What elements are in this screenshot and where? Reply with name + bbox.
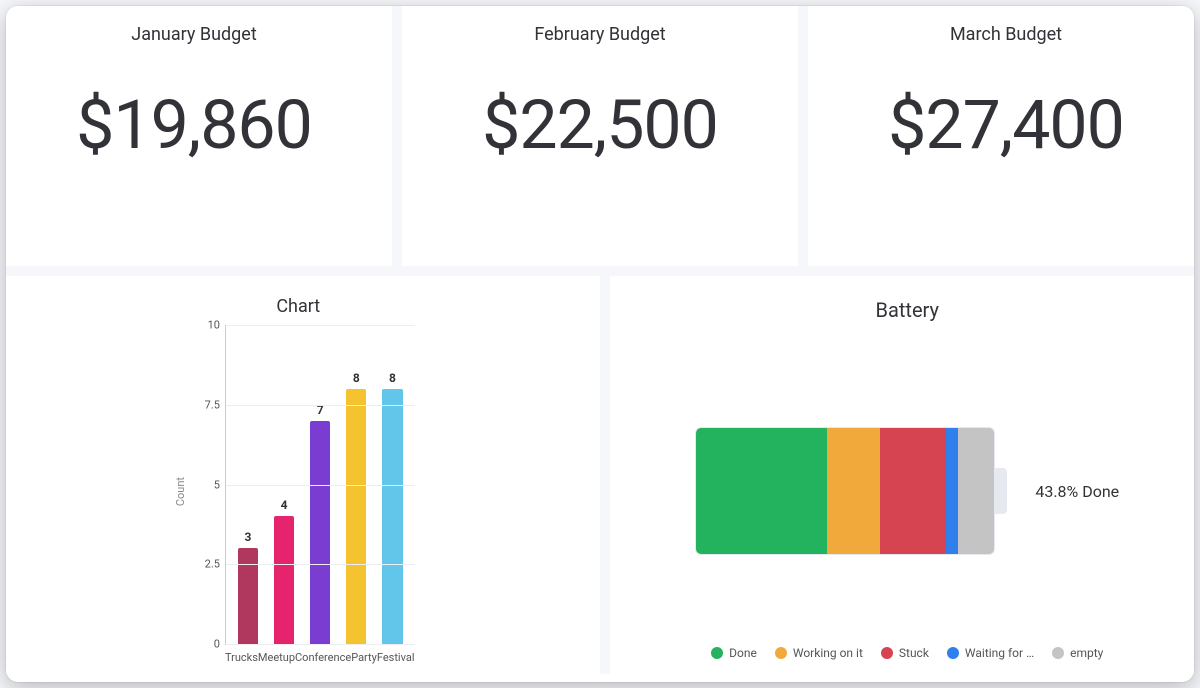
legend-item-empty[interactable]: empty: [1052, 646, 1103, 660]
y-tick-label: 5: [192, 478, 220, 491]
legend-item-stuck[interactable]: Stuck: [881, 646, 929, 660]
chart-title: Chart: [276, 296, 320, 317]
bar: [274, 516, 294, 644]
dashboard-board: January Budget $19,860 February Budget $…: [6, 6, 1194, 682]
gridline: [226, 325, 415, 326]
budget-card-february: February Budget $22,500: [412, 6, 788, 266]
battery-card: Battery 43.8% Done Done Working on it Stuc…: [620, 276, 1194, 674]
legend-item-working-on-it[interactable]: Working on it: [775, 646, 863, 660]
bar-value-label: 8: [389, 371, 396, 385]
legend-dot-icon: [711, 647, 723, 659]
y-tick-label: 2.5: [192, 558, 220, 571]
legend-label: Working on it: [793, 646, 863, 660]
bar: [346, 389, 366, 644]
bar-chart-card: Chart Count 34788 02.557.510 TrucksMeetu…: [6, 276, 590, 674]
legend-dot-icon: [881, 647, 893, 659]
bar: [382, 389, 402, 644]
bar-value-label: 4: [281, 498, 288, 512]
gridline: [226, 644, 415, 645]
battery-segment-done[interactable]: [696, 428, 827, 554]
legend-item-waiting-for-[interactable]: Waiting for …: [947, 646, 1034, 660]
charts-row: Chart Count 34788 02.557.510 TrucksMeetu…: [6, 276, 1194, 674]
battery-title: Battery: [876, 298, 939, 322]
card-divider: [392, 6, 402, 266]
battery-legend: Done Working on it Stuck Waiting for … empty: [705, 646, 1109, 666]
legend-label: Waiting for …: [965, 646, 1034, 660]
battery-shell-wrap: [695, 427, 995, 555]
legend-dot-icon: [1052, 647, 1064, 659]
gridline: [226, 485, 415, 486]
bar-value-label: 8: [353, 371, 360, 385]
budget-value: $27,400: [888, 85, 1124, 165]
bar: [310, 421, 330, 644]
gridline: [226, 564, 415, 565]
budget-card-march: March Budget $27,400: [818, 6, 1194, 266]
bar: [238, 548, 258, 644]
x-tick-label: Trucks: [225, 651, 258, 664]
x-tick-label: Conference: [295, 651, 351, 664]
battery-segment-empty[interactable]: [958, 428, 994, 554]
chart-body: Count 34788 02.557.510 TrucksMeetupConfe…: [174, 319, 423, 664]
battery-segment-working-on-it[interactable]: [827, 428, 881, 554]
y-tick-label: 10: [192, 319, 220, 332]
legend-label: Done: [729, 646, 757, 660]
card-title: March Budget: [950, 24, 1062, 45]
legend-item-done[interactable]: Done: [711, 646, 757, 660]
battery-shell: [695, 427, 995, 555]
budget-value: $19,860: [76, 85, 312, 165]
chart-plot: 34788 02.557.510 TrucksMeetupConferenceP…: [191, 319, 423, 664]
battery-percent-label: 43.8% Done: [1035, 482, 1119, 501]
bar-value-label: 3: [245, 530, 252, 544]
y-tick-label: 0: [192, 638, 220, 651]
budget-card-january: January Budget $19,860: [6, 6, 382, 266]
x-tick-label: Meetup: [258, 651, 295, 664]
battery-cap-icon: [995, 468, 1007, 514]
card-title: January Budget: [131, 24, 256, 45]
legend-dot-icon: [775, 647, 787, 659]
budget-row: January Budget $19,860 February Budget $…: [6, 6, 1194, 276]
x-tick-label: Festival: [377, 651, 415, 664]
y-axis-label: Count: [174, 477, 187, 506]
legend-label: Stuck: [899, 646, 929, 660]
gridline: [226, 405, 415, 406]
battery-segment-stuck[interactable]: [880, 428, 946, 554]
card-divider: [798, 6, 808, 266]
battery-segment-waiting-for-[interactable]: [946, 428, 958, 554]
x-tick-label: Party: [351, 651, 377, 664]
y-tick-label: 7.5: [192, 398, 220, 411]
card-divider: [600, 276, 610, 674]
legend-dot-icon: [947, 647, 959, 659]
legend-label: empty: [1070, 646, 1103, 660]
battery-area: 43.8% Done: [695, 342, 1119, 640]
budget-value: $22,500: [482, 85, 718, 165]
card-title: February Budget: [534, 24, 665, 45]
chart-grid: 34788 02.557.510: [225, 325, 415, 645]
x-axis: TrucksMeetupConferencePartyFestival: [225, 651, 415, 664]
